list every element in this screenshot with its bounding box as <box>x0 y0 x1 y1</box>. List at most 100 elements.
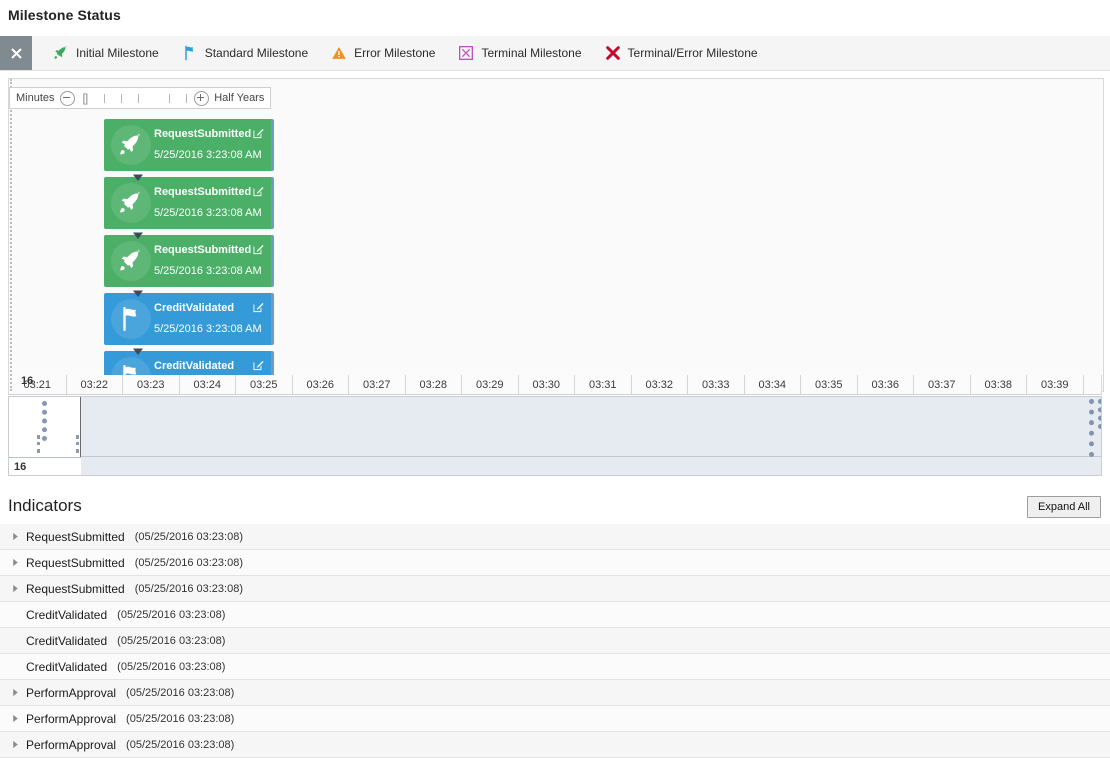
zoom-toolbar[interactable]: Minutes [] Half Years <box>9 87 272 109</box>
legend-item-rocket[interactable]: Initial Milestone <box>52 44 159 62</box>
rocket-icon <box>54 45 67 59</box>
time-axis-tick: 03:33 <box>687 375 744 394</box>
zoom-tick <box>104 93 106 103</box>
time-axis-tick: 03:22 <box>65 375 123 394</box>
time-axis[interactable]: 03:21 03:22 03:23 03:24 03:25 03:26 03:27 03:28… <box>8 375 1102 395</box>
indicator-row[interactable]: RequestSubmitted (05/25/2016 03:23:08) <box>0 550 1110 576</box>
indicator-name: PerformApproval <box>26 737 117 752</box>
overview-day-label: 16 <box>9 457 81 475</box>
milestone-name: RequestSubmitted <box>154 244 252 256</box>
page-title: Milestone Status <box>8 7 121 23</box>
milestone-timestamp: 5/25/2016 3:23:08 AM <box>154 323 262 335</box>
time-axis-tick: 03 <box>1082 375 1102 394</box>
indicator-timestamp: (05/25/2016 03:23:08) <box>126 686 235 699</box>
zoom-in-button[interactable] <box>194 90 210 106</box>
close-button[interactable] <box>0 36 32 70</box>
overview-baseline <box>81 456 1101 457</box>
expand-triangle-icon[interactable] <box>8 686 22 700</box>
time-axis-tick: 03:29 <box>461 375 518 394</box>
indicator-name: PerformApproval <box>26 711 117 726</box>
indicator-name: PerformApproval <box>26 685 117 700</box>
legend-item-x-mark[interactable]: Terminal/Error Milestone <box>604 44 758 62</box>
indicator-row[interactable]: PerformApproval (05/25/2016 03:23:08) <box>0 680 1110 706</box>
indicators-title: Indicators <box>8 496 82 515</box>
zoom-slider-handle[interactable]: [] <box>82 91 89 105</box>
chart-left-edge-marker <box>10 79 15 391</box>
indicator-timestamp: (05/25/2016 03:23:08) <box>117 608 226 621</box>
overview-right-grip[interactable] <box>76 435 83 453</box>
time-axis-tick: 03:23 <box>122 375 179 394</box>
milestone-timestamp: 5/25/2016 3:23:08 AM <box>154 149 262 161</box>
x-mark-icon-wrap <box>604 44 622 62</box>
triangle-right-icon <box>12 688 18 697</box>
indicator-name: CreditValidated <box>26 607 108 622</box>
legend-item-label: Error Milestone <box>354 46 436 60</box>
indicator-row[interactable]: CreditValidated (05/25/2016 03:23:08) <box>0 628 1110 654</box>
indicator-row[interactable]: RequestSubmitted (05/25/2016 03:23:08) <box>0 576 1110 602</box>
time-axis-tick: 03:32 <box>630 375 688 394</box>
chevron-down-icon <box>133 290 143 297</box>
flag-icon-wrap <box>111 299 151 339</box>
indicator-timestamp: (05/25/2016 03:23:08) <box>117 634 226 647</box>
milestone-node: RequestSubmitted 5/25/2016 3:23:08 AM <box>104 235 274 297</box>
chart-day-label: 16 <box>21 375 34 387</box>
flag-icon <box>184 45 194 61</box>
close-icon <box>10 47 22 59</box>
indicator-name: CreditValidated <box>26 633 108 648</box>
time-axis-tick: 03:37 <box>913 375 970 394</box>
milestone-timestamp: 5/25/2016 3:23:08 AM <box>154 207 262 219</box>
expand-triangle-icon[interactable] <box>8 582 22 596</box>
legend-item-list: Initial Milestone Standard Milestone Error… <box>32 36 758 70</box>
legend-item-label: Terminal Milestone <box>481 46 582 60</box>
warning-triangle-icon-wrap <box>330 44 348 62</box>
milestone-node: RequestSubmitted 5/25/2016 3:23:08 AM <box>104 177 274 239</box>
indicator-row[interactable]: PerformApproval (05/25/2016 03:23:08) <box>0 732 1110 758</box>
indicator-timestamp: (05/25/2016 03:23:08) <box>126 738 235 751</box>
rocket-icon <box>120 191 141 213</box>
x-mark-icon <box>605 46 620 60</box>
milestone-box-initial[interactable]: RequestSubmitted 5/25/2016 3:23:08 AM <box>104 235 274 287</box>
milestone-box-initial[interactable]: RequestSubmitted 5/25/2016 3:23:08 AM <box>104 177 274 229</box>
time-axis-tick: 03:24 <box>178 375 236 394</box>
expand-triangle-icon[interactable] <box>8 556 22 570</box>
legend-item-warning-triangle[interactable]: Error Milestone <box>330 44 435 62</box>
milestone-edit-button[interactable] <box>252 243 265 256</box>
indicator-name: RequestSubmitted <box>26 555 125 570</box>
zoom-tick <box>121 93 123 103</box>
expand-triangle-icon[interactable] <box>8 738 22 752</box>
edit-square-icon <box>253 244 264 255</box>
rocket-icon-wrap <box>111 125 151 165</box>
rocket-icon-wrap <box>111 183 151 223</box>
indicator-row[interactable]: RequestSubmitted (05/25/2016 03:23:08) <box>0 524 1110 550</box>
overview-viewport-window[interactable]: 16 <box>9 397 81 475</box>
expand-triangle-icon[interactable] <box>8 530 22 544</box>
zoom-tick <box>186 93 188 103</box>
zoom-slider-track[interactable]: [] <box>82 91 188 105</box>
indicator-row[interactable]: PerformApproval (05/25/2016 03:23:08) <box>0 706 1110 732</box>
overview-left-grip[interactable] <box>37 435 44 453</box>
edit-square-icon <box>253 186 264 197</box>
legend-item-label: Terminal/Error Milestone <box>627 46 758 60</box>
milestone-edit-button[interactable] <box>252 185 265 198</box>
milestone-edit-button[interactable] <box>252 359 265 372</box>
indicator-row[interactable]: CreditValidated (05/25/2016 03:23:08) <box>0 602 1110 628</box>
milestone-box-standard[interactable]: CreditValidated 5/25/2016 3:23:08 AM <box>104 293 274 345</box>
expand-triangle-icon[interactable] <box>8 712 22 726</box>
indicator-row[interactable]: CreditValidated (05/25/2016 03:23:08) <box>0 654 1110 680</box>
triangle-right-icon <box>12 714 18 723</box>
legend-item-flag[interactable]: Standard Milestone <box>181 44 308 62</box>
milestone-edit-button[interactable] <box>252 301 265 314</box>
time-axis-tick: 03:35 <box>800 375 857 394</box>
milestone-box-initial[interactable]: RequestSubmitted 5/25/2016 3:23:08 AM <box>104 119 274 171</box>
timeline-chart-panel[interactable]: RequestSubmitted 5/25/2016 3:23:08 AM Requ… <box>8 78 1104 392</box>
expand-all-button[interactable]: Expand All <box>1027 496 1101 518</box>
timeline-overview[interactable]: 16 <box>8 396 1102 476</box>
milestone-connector <box>132 345 144 355</box>
legend-item-terminal-square[interactable]: Terminal Milestone <box>457 44 582 62</box>
milestone-name: CreditValidated <box>154 302 235 314</box>
time-axis-tick: 03:34 <box>743 375 801 394</box>
indicator-name: RequestSubmitted <box>26 581 125 596</box>
zoom-out-button[interactable] <box>59 90 75 106</box>
milestone-name: RequestSubmitted <box>154 128 252 140</box>
milestone-edit-button[interactable] <box>252 127 265 140</box>
